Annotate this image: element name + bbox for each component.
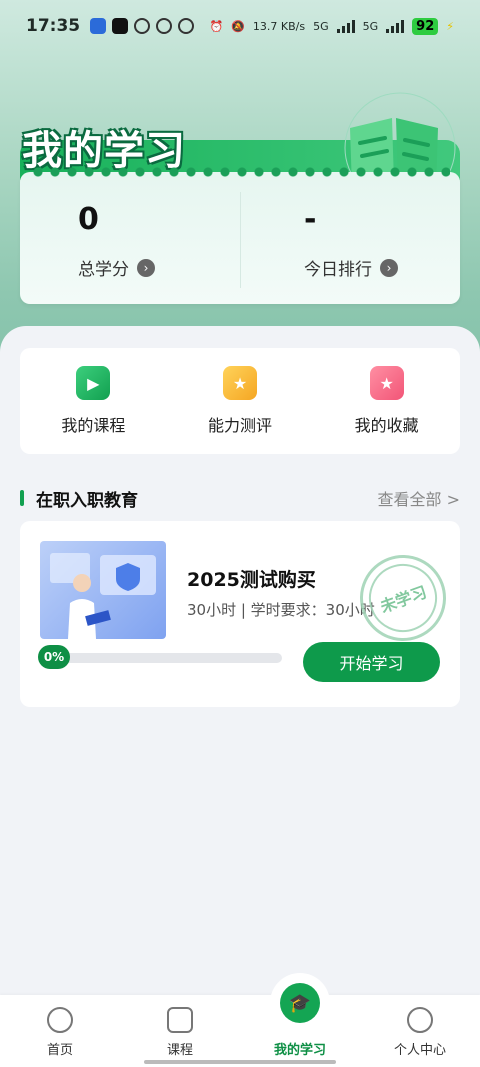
notification-icons [90, 18, 195, 34]
course-title: 2025测试购买 [187, 569, 316, 591]
play-video-icon: ▶ [76, 366, 111, 400]
course-card[interactable]: 2025测试购买 30小时 | 学时要求：30小时 未学习 0% 开始学习 [20, 521, 460, 707]
total-credits-label-row: 总学分 › [78, 255, 298, 280]
tab-label: 个人中心 [393, 1043, 446, 1058]
today-rank-label-row: 今日排行 › [304, 255, 480, 280]
net-type-2: 5G [362, 19, 379, 33]
quick-link-favorites[interactable]: ★ 我的收藏 [322, 366, 452, 436]
quick-link-assessment[interactable]: ★ 能力测评 [175, 366, 305, 436]
tab-my-learning[interactable]: 🎓 我的学习 [240, 973, 360, 1058]
status-time: 17:35 [26, 16, 81, 36]
total-credits-value: 0 [78, 202, 99, 237]
net-type-1: 5G [313, 19, 329, 33]
course-illustration [50, 553, 156, 639]
stamp-text: 未学习 [377, 582, 430, 617]
graduation-cap-icon: 🎓 [280, 983, 320, 1023]
course-badge-icon [167, 1007, 193, 1033]
stat-divider [240, 192, 241, 288]
course-meta: 30小时 | 学时要求：30小时 [187, 601, 375, 619]
progress-bar [40, 653, 282, 663]
chevron-right-icon[interactable]: › [137, 258, 155, 277]
main-sheet: ▶ 我的课程 ★ 能力测评 ★ 我的收藏 在职入职教育 查看全部 > 2025测… [0, 326, 480, 1067]
tab-active-bubble: 🎓 [270, 973, 330, 1033]
smile-icon [407, 1007, 433, 1033]
app-notification-icon [134, 18, 151, 34]
not-started-stamp: 未学习 [347, 542, 459, 654]
app-notification-icon [156, 18, 173, 34]
section-accent-bar [20, 490, 24, 506]
signal-icon [386, 19, 405, 33]
card-scallop-edge [30, 164, 450, 180]
view-all-link[interactable]: 查看全部 > [378, 486, 461, 510]
tab-profile[interactable]: 个人中心 [360, 995, 480, 1058]
alarm-icon: ⏰ [209, 19, 224, 33]
tab-label: 首页 [46, 1043, 73, 1058]
section-header: 在职入职教育 查看全部 > [20, 486, 461, 511]
today-rank-stat[interactable]: - 今日排行 › [304, 202, 480, 280]
today-rank-label: 今日排行 [304, 260, 372, 280]
tab-home[interactable]: 首页 [0, 995, 120, 1058]
battery-indicator: 92 [412, 17, 439, 35]
total-credits-stat[interactable]: 0 总学分 › [78, 202, 298, 280]
tab-label: 课程 [166, 1043, 193, 1058]
bottom-tab-bar: 首页 课程 🎓 我的学习 个人中心 [0, 973, 480, 1067]
status-bar: 17:35 ⏰ 🔕 13.7 KB/s 5G 5G 92 ⚡ [0, 0, 480, 52]
status-right: ⏰ 🔕 13.7 KB/s 5G 5G 92 ⚡ [209, 17, 454, 35]
tiktok-icon [112, 18, 129, 34]
charging-icon: ⚡ [446, 19, 454, 33]
quick-link-label: 我的课程 [61, 416, 126, 435]
quick-links-card: ▶ 我的课程 ★ 能力测评 ★ 我的收藏 [20, 348, 460, 454]
app-notification-icon [178, 18, 195, 34]
today-rank-value: - [304, 202, 317, 237]
home-face-icon [47, 1007, 73, 1033]
home-indicator [144, 1060, 336, 1064]
quick-link-my-courses[interactable]: ▶ 我的课程 [28, 366, 158, 436]
star-folder-icon: ★ [369, 366, 404, 400]
section-title: 在职入职教育 [36, 490, 138, 511]
quick-link-label: 能力测评 [207, 416, 272, 435]
stats-card: 0 总学分 › - 今日排行 › [20, 164, 460, 304]
mute-icon: 🔕 [231, 19, 245, 33]
net-speed: 13.7 KB/s [252, 19, 306, 33]
progress-badge: 0% [38, 645, 70, 669]
start-learning-button[interactable]: 开始学习 [303, 642, 440, 682]
total-credits-label: 总学分 [78, 260, 129, 280]
tab-courses[interactable]: 课程 [120, 995, 240, 1058]
signal-icon [336, 19, 355, 33]
course-thumbnail [40, 541, 166, 639]
chevron-right-icon[interactable]: › [380, 258, 398, 277]
quick-link-label: 我的收藏 [354, 416, 419, 435]
tab-label: 我的学习 [273, 1043, 326, 1058]
assessment-icon: ★ [222, 366, 257, 400]
app-notification-icon [90, 18, 107, 34]
